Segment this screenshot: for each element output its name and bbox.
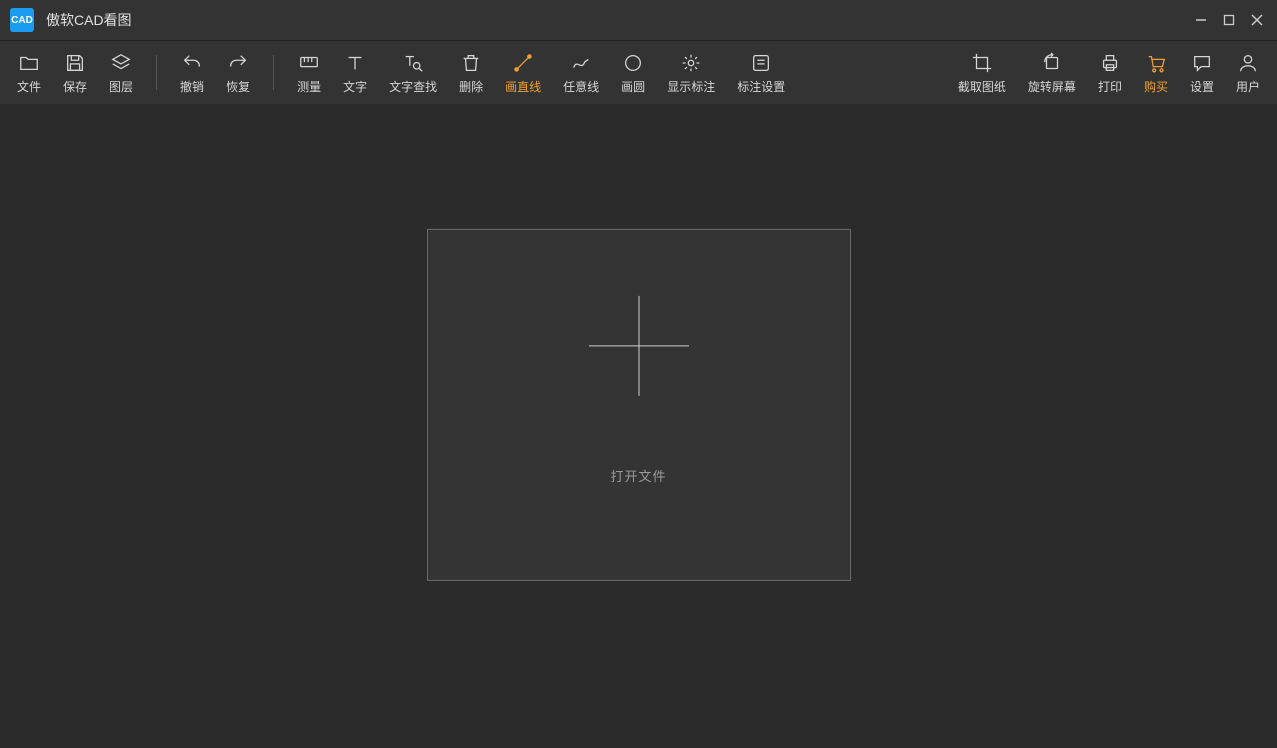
file-button[interactable]: 文件 bbox=[6, 41, 52, 104]
undo-button[interactable]: 撤销 bbox=[169, 41, 215, 104]
freeline-label: 任意线 bbox=[563, 78, 599, 95]
annot-settings-icon bbox=[750, 50, 772, 76]
screenshot-button[interactable]: 截取图纸 bbox=[947, 41, 1017, 104]
rotate-label: 旋转屏幕 bbox=[1028, 78, 1076, 95]
measure-label: 测量 bbox=[297, 78, 321, 95]
showannot-label: 显示标注 bbox=[667, 78, 715, 95]
buy-label: 购买 bbox=[1144, 78, 1168, 95]
line-icon bbox=[512, 50, 534, 76]
app-title: 傲软CAD看图 bbox=[46, 10, 1187, 30]
measure-button[interactable]: 测量 bbox=[286, 41, 332, 104]
maximize-icon bbox=[1223, 14, 1235, 26]
app-icon: CAD bbox=[10, 8, 34, 32]
rotate-icon bbox=[1041, 50, 1063, 76]
settings-label: 设置 bbox=[1190, 78, 1214, 95]
toolbar-spacer bbox=[796, 41, 947, 104]
close-button[interactable] bbox=[1243, 0, 1271, 40]
open-file-panel[interactable]: 打开文件 bbox=[427, 229, 851, 581]
layers-button[interactable]: 图层 bbox=[98, 41, 144, 104]
settings-button[interactable]: 设置 bbox=[1179, 41, 1225, 104]
window-controls bbox=[1187, 0, 1271, 40]
buy-button[interactable]: 购买 bbox=[1133, 41, 1179, 104]
text-find-icon bbox=[402, 50, 424, 76]
user-label: 用户 bbox=[1236, 78, 1260, 95]
text-button[interactable]: 文字 bbox=[332, 41, 378, 104]
undo-label: 撤销 bbox=[180, 78, 204, 95]
line-label: 画直线 bbox=[505, 78, 541, 95]
chat-icon bbox=[1191, 50, 1213, 76]
save-label: 保存 bbox=[63, 78, 87, 95]
redo-icon bbox=[227, 50, 249, 76]
print-icon bbox=[1099, 50, 1121, 76]
freeline-button[interactable]: 任意线 bbox=[552, 41, 610, 104]
screenshot-label: 截取图纸 bbox=[958, 78, 1006, 95]
minimize-icon bbox=[1195, 14, 1207, 26]
delete-label: 删除 bbox=[459, 78, 483, 95]
maximize-button[interactable] bbox=[1215, 0, 1243, 40]
redo-label: 恢复 bbox=[226, 78, 250, 95]
rotate-button[interactable]: 旋转屏幕 bbox=[1017, 41, 1087, 104]
print-label: 打印 bbox=[1098, 78, 1122, 95]
user-button[interactable]: 用户 bbox=[1225, 41, 1271, 104]
delete-button[interactable]: 删除 bbox=[448, 41, 494, 104]
save-icon bbox=[64, 50, 86, 76]
titlebar: CAD 傲软CAD看图 bbox=[0, 0, 1277, 40]
cart-icon bbox=[1145, 50, 1167, 76]
user-icon bbox=[1237, 50, 1259, 76]
showannot-button[interactable]: 显示标注 bbox=[656, 41, 726, 104]
undo-icon bbox=[181, 50, 203, 76]
show-annot-icon bbox=[680, 50, 702, 76]
trash-icon bbox=[460, 50, 482, 76]
print-button[interactable]: 打印 bbox=[1087, 41, 1133, 104]
layers-icon bbox=[110, 50, 132, 76]
open-file-label: 打开文件 bbox=[610, 465, 666, 484]
toolbar-divider bbox=[273, 55, 274, 90]
text-label: 文字 bbox=[343, 78, 367, 95]
textfind-button[interactable]: 文字查找 bbox=[378, 41, 448, 104]
toolbar-divider bbox=[156, 55, 157, 90]
circle-icon bbox=[622, 50, 644, 76]
minimize-button[interactable] bbox=[1187, 0, 1215, 40]
text-icon bbox=[344, 50, 366, 76]
annotset-button[interactable]: 标注设置 bbox=[726, 41, 796, 104]
toolbar: 文件 保存 图层 撤销 恢复 测量 文字 文字查找 删除 画直线 任意线 画圆 显示标注 标注设置 截取图纸… bbox=[0, 40, 1277, 104]
redo-button[interactable]: 恢复 bbox=[215, 41, 261, 104]
layers-label: 图层 bbox=[109, 78, 133, 95]
close-icon bbox=[1251, 14, 1263, 26]
file-label: 文件 bbox=[17, 78, 41, 95]
canvas-area: 打开文件 bbox=[0, 104, 1277, 748]
measure-icon bbox=[298, 50, 320, 76]
circle-label: 画圆 bbox=[621, 78, 645, 95]
line-button[interactable]: 画直线 bbox=[494, 41, 552, 104]
save-button[interactable]: 保存 bbox=[52, 41, 98, 104]
folder-icon bbox=[18, 50, 40, 76]
annotset-label: 标注设置 bbox=[737, 78, 785, 95]
plus-icon bbox=[589, 295, 689, 395]
crop-icon bbox=[971, 50, 993, 76]
textfind-label: 文字查找 bbox=[389, 78, 437, 95]
circle-button[interactable]: 画圆 bbox=[610, 41, 656, 104]
freeline-icon bbox=[570, 50, 592, 76]
